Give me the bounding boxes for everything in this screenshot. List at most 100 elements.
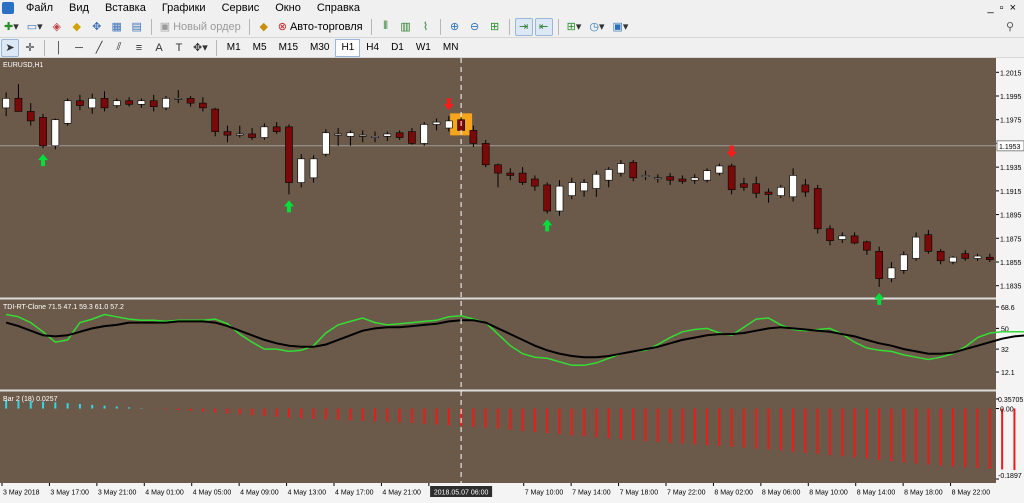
horizontal-line-icon[interactable]: ─ xyxy=(70,39,88,57)
candle-bear xyxy=(76,100,84,106)
auto-trading-button[interactable]: ⊗ Авто-торговля xyxy=(274,18,367,36)
auto-scroll-icon[interactable]: ⇥ xyxy=(514,17,533,36)
chart-window[interactable]: 1.20151.19951.19751.19551.19351.19151.18… xyxy=(0,58,1024,503)
candle-bear xyxy=(813,188,822,230)
new-chart-button[interactable]: ✚ ▾ xyxy=(1,18,22,36)
candle-bear xyxy=(875,251,883,279)
candle-bull xyxy=(358,134,367,137)
chart-canvas[interactable]: 1.20151.19951.19751.19551.19351.19151.18… xyxy=(0,58,1024,503)
tf-mn[interactable]: MN xyxy=(437,39,465,57)
time-tick-label: 8 May 02:00 xyxy=(714,490,753,497)
text-icon[interactable]: A xyxy=(150,39,168,57)
close-icon[interactable]: × xyxy=(1010,2,1016,14)
menu-help[interactable]: Справка xyxy=(309,0,368,16)
fibonacci-icon[interactable]: ≡ xyxy=(130,39,148,57)
candle-bull xyxy=(309,158,318,179)
price-tick-label: 1.1915 xyxy=(1000,189,1022,196)
periods-button[interactable]: ◷ ▾ xyxy=(586,18,607,36)
line-chart-icon[interactable]: ⌇ xyxy=(417,18,435,36)
label-icon[interactable]: T xyxy=(170,39,188,57)
arrow-up-icon xyxy=(38,154,49,167)
tf-w1[interactable]: W1 xyxy=(410,39,437,57)
candle-bear xyxy=(518,172,527,183)
shapes-button[interactable]: ✥▾ xyxy=(190,39,211,57)
candle-bull xyxy=(777,186,785,196)
separator xyxy=(370,18,372,35)
search-icon[interactable]: ⚲ xyxy=(1006,20,1014,33)
time-tick-label: 4 May 05:00 xyxy=(193,490,232,497)
drawing-toolbar: ➤ ✛ │ ─ ╱ ⫽ ≡ A T ✥▾ M1 M5 M15 M30 H1 H4… xyxy=(0,38,1024,58)
candle-bear xyxy=(936,251,945,262)
time-tick-label: 7 May 22:00 xyxy=(667,490,706,497)
time-tick-label: 4 May 01:00 xyxy=(145,490,184,497)
time-tick-label: 4 May 13:00 xyxy=(288,490,327,497)
new-order-button[interactable]: ▣ Новый ордер xyxy=(156,18,245,36)
price-tick-label: 1.1935 xyxy=(1000,165,1022,172)
time-tick-label: 8 May 22:00 xyxy=(952,490,991,497)
separator xyxy=(508,18,510,35)
tester-icon[interactable]: ▤ xyxy=(128,18,146,36)
tile-windows-icon[interactable]: ⊞ xyxy=(486,18,504,36)
terminal-icon[interactable]: ▦ xyxy=(108,18,126,36)
candle-bull xyxy=(174,98,183,100)
candle-bull xyxy=(137,100,146,105)
candle-bull xyxy=(604,169,613,181)
menu-file[interactable]: Файл xyxy=(18,0,61,16)
app-icon xyxy=(2,2,14,14)
time-tick-label: 8 May 06:00 xyxy=(762,490,801,497)
navigator-icon[interactable]: ✥ xyxy=(88,18,106,36)
channel-icon[interactable]: ⫽ xyxy=(110,39,128,57)
candle-bear xyxy=(211,108,219,132)
crosshair-icon[interactable]: ✛ xyxy=(21,39,39,57)
time-tick-label: 8 May 14:00 xyxy=(857,490,896,497)
menu-window[interactable]: Окно xyxy=(267,0,309,16)
menu-bar: Файл Вид Вставка Графики Сервис Окно Спр… xyxy=(0,0,1024,16)
candle-bull xyxy=(703,170,711,181)
chart-shift-icon[interactable]: ⇤ xyxy=(534,17,553,36)
tf-d1[interactable]: D1 xyxy=(385,39,410,57)
candle-bear xyxy=(986,256,994,260)
trendline-icon[interactable]: ╱ xyxy=(90,39,108,57)
price-tick-label: 1.1835 xyxy=(1000,284,1022,291)
auto-trading-label: Авто-торговля xyxy=(289,20,363,33)
tdi-tick-label: 12.1 xyxy=(1001,370,1015,377)
tf-m5[interactable]: M5 xyxy=(247,39,273,57)
price-axis xyxy=(996,58,1024,503)
tf-m15[interactable]: M15 xyxy=(273,39,304,57)
candle-bull xyxy=(420,124,429,144)
candle-bear xyxy=(764,191,773,195)
restore-icon[interactable]: ▫ xyxy=(1000,2,1004,14)
templates-button[interactable]: ▣ ▾ xyxy=(610,18,632,36)
zoom-out-icon[interactable]: ⊖ xyxy=(466,18,484,36)
menu-tools[interactable]: Сервис xyxy=(214,0,268,16)
candle-bear xyxy=(924,234,933,252)
price-tick-label: 1.1895 xyxy=(1000,213,1022,220)
tf-m1[interactable]: M1 xyxy=(221,39,247,57)
arrow-down-icon xyxy=(443,98,454,111)
candle-bull xyxy=(322,132,330,155)
menu-view[interactable]: Вид xyxy=(61,0,97,16)
cursor-icon[interactable]: ➤ xyxy=(1,38,19,57)
vertical-line-icon[interactable]: │ xyxy=(50,39,68,57)
candle-bear xyxy=(39,117,47,147)
candle-bear xyxy=(727,165,736,190)
price-tick-label: 1.1875 xyxy=(1000,236,1022,243)
tf-h1[interactable]: H1 xyxy=(335,38,361,57)
candlestick-icon[interactable]: ▥ xyxy=(397,18,415,36)
minimize-icon[interactable]: _ xyxy=(988,2,994,14)
metaeditor-icon[interactable]: ◆ xyxy=(255,18,273,36)
separator xyxy=(439,18,441,35)
time-tick-label: 3 May 21:00 xyxy=(98,490,137,497)
candle-bear xyxy=(666,176,674,181)
menu-insert[interactable]: Вставка xyxy=(97,0,154,16)
profiles-button[interactable]: ▭ ▾ xyxy=(24,18,46,36)
zoom-in-icon[interactable]: ⊕ xyxy=(446,18,464,36)
tf-m30[interactable]: M30 xyxy=(304,39,335,57)
bar-chart-icon[interactable]: ⫴ xyxy=(377,18,395,36)
indicators-button[interactable]: ⊞ ▾ xyxy=(564,18,585,36)
market-watch-icon[interactable]: ◈ xyxy=(48,18,66,36)
candle-bear xyxy=(125,100,133,105)
tf-h4[interactable]: H4 xyxy=(360,39,385,57)
menu-charts[interactable]: Графики xyxy=(154,0,214,16)
data-window-icon[interactable]: ◆ xyxy=(68,18,86,36)
